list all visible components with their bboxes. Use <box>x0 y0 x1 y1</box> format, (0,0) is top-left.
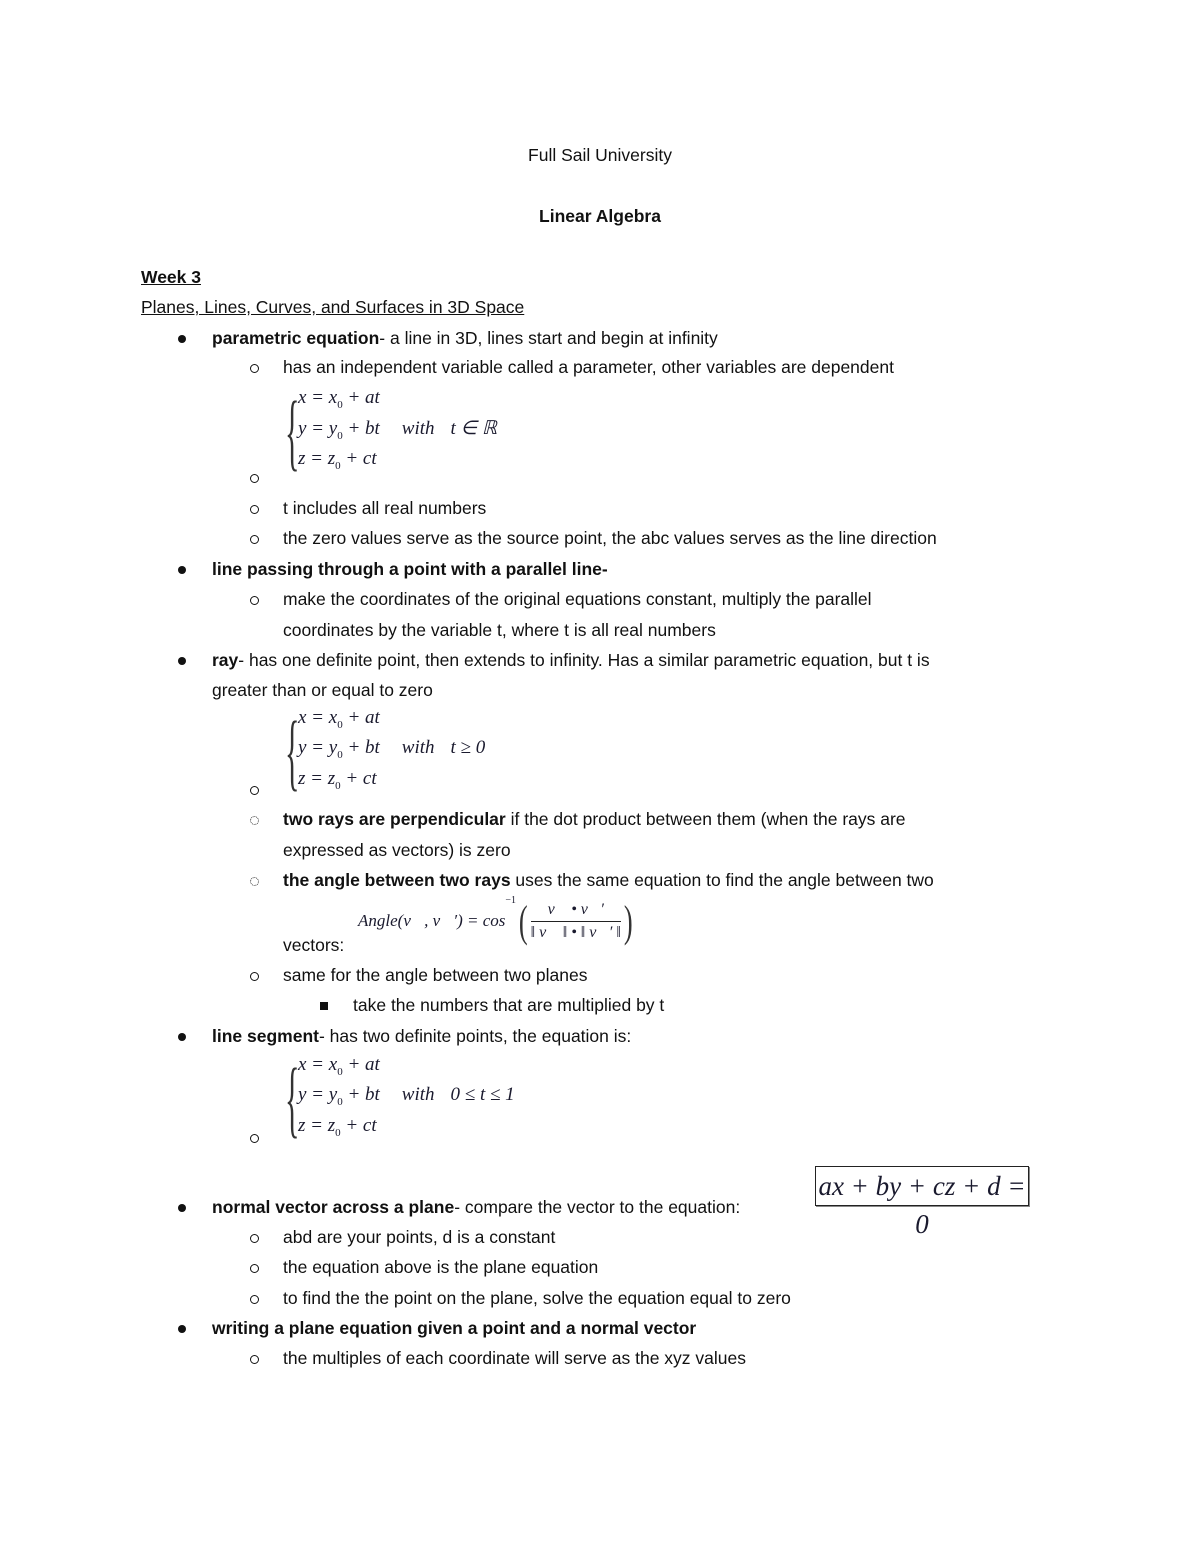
list-subitem-cont: vectors: <box>283 935 345 955</box>
list-subitem: abd are your points, d is a constant <box>283 1227 556 1247</box>
eq-x-rest: + at <box>342 387 380 408</box>
eq-y: y = y <box>298 418 338 439</box>
item-text: uses the same equation to find the angle… <box>510 870 934 890</box>
dotted-circle-bullet-icon <box>250 877 259 886</box>
eq-y-rest: + bt <box>342 737 380 758</box>
circle-bullet-icon <box>250 1234 259 1243</box>
term: parametric equation <box>212 328 380 348</box>
list-item-segment: line segment- has two definite points, t… <box>212 1026 631 1047</box>
course-title: Linear Algebra <box>539 206 661 226</box>
eq-condition: t ∈ ℝ <box>450 418 497 439</box>
list-item-cont: greater than or equal to zero <box>212 680 433 700</box>
dotted-circle-bullet-icon <box>250 816 259 825</box>
eq-x: x = x <box>298 1054 338 1075</box>
numerator: v⃗ • v⃗′ <box>530 901 621 922</box>
list-item-parametric: parametric equation- a line in 3D, lines… <box>212 328 718 349</box>
list-subitem: the equation above is the plane equation <box>283 1257 599 1277</box>
eq-with: with <box>401 418 435 439</box>
denominator: ‖ v⃗ ‖ • ‖ v⃗′ ‖ <box>530 923 621 941</box>
plane-equation-box: ax + by + cz + d = 0 <box>815 1166 1029 1239</box>
circle-bullet-icon <box>250 1264 259 1273</box>
angle-formula: Angle(v⃗, v⃗′) = cos −1(v⃗ • v⃗′ ‖ v⃗ ‖ • … <box>358 895 636 947</box>
eq-x-rest: + at <box>342 707 380 728</box>
circle-bullet-icon <box>250 535 259 544</box>
term: two rays are perpendicular <box>283 809 506 829</box>
list-subitem: has an independent variable called a par… <box>283 357 894 377</box>
formula-exp: −1 <box>505 895 517 906</box>
formula-lhs: Angle(v⃗, v⃗′) = cos <box>358 911 506 931</box>
circle-bullet-icon <box>250 1295 259 1304</box>
list-subitem-perpendicular: two rays are perpendicular if the dot pr… <box>283 809 906 830</box>
list-subitem: make the coordinates of the original equ… <box>283 589 872 609</box>
term: line segment <box>212 1026 319 1046</box>
eq-z: z = z <box>298 768 336 789</box>
topic-heading: Planes, Lines, Curves, and Surfaces in 3… <box>141 297 525 317</box>
eq-y-rest: + bt <box>342 418 380 439</box>
item-text: - compare the vector to the equation: <box>454 1197 741 1217</box>
eq-with: with <box>401 737 435 758</box>
week-heading: Week 3 <box>141 267 201 287</box>
item-text: if the dot product between them (when th… <box>505 809 906 829</box>
eq-y: y = y <box>298 737 338 758</box>
term: ray <box>212 650 239 670</box>
eq-z: z = z <box>298 448 336 469</box>
list-item-ray: ray- has one definite point, then extend… <box>212 650 930 671</box>
paren-left-icon: ( <box>518 896 528 946</box>
bullet-icon <box>178 1204 186 1212</box>
eq-z-rest: + ct <box>340 1115 377 1136</box>
term: normal vector across a plane <box>212 1197 455 1217</box>
eq-z-rest: + ct <box>340 448 377 469</box>
eq-x: x = x <box>298 707 338 728</box>
school-name: Full Sail University <box>528 145 672 165</box>
eq-condition: t ≥ 0 <box>450 737 486 758</box>
formula-fraction: v⃗ • v⃗′ ‖ v⃗ ‖ • ‖ v⃗′ ‖ <box>530 901 621 942</box>
term: the angle between two rays <box>283 870 511 890</box>
eq-z-rest: + ct <box>340 768 377 789</box>
circle-bullet-icon <box>250 972 259 981</box>
circle-bullet-icon <box>250 1134 259 1143</box>
segment-equation: { x = x0 + at y = y0 + bt with 0 ≤ t ≤ 1 z… <box>285 1050 545 1146</box>
circle-bullet-icon <box>250 364 259 373</box>
ray-equation: { x = x0 + at y = y0 + bt with t ≥ 0 z = z… <box>285 703 525 799</box>
list-subitem-cont: expressed as vectors) is zero <box>283 840 511 860</box>
eq-with: with <box>401 1084 435 1105</box>
list-subitem: the multiples of each coordinate will se… <box>283 1348 747 1368</box>
item-text: - a line in 3D, lines start and begin at… <box>379 328 718 348</box>
eq-y-rest: + bt <box>342 1084 380 1105</box>
parametric-equation: { x = x0 + at y = y0 + bt with t ∈ ℝ z = z… <box>285 383 525 479</box>
list-subitem: to find the the point on the plane, solv… <box>283 1288 791 1308</box>
item-text: - has one definite point, then extends t… <box>238 650 930 670</box>
bullet-icon <box>178 1325 186 1333</box>
circle-bullet-icon <box>250 786 259 795</box>
list-item-normal: normal vector across a plane- compare th… <box>212 1197 740 1218</box>
eq-z: z = z <box>298 1115 336 1136</box>
list-subitem: t includes all real numbers <box>283 498 487 518</box>
circle-bullet-icon <box>250 596 259 605</box>
list-subitem: same for the angle between two planes <box>283 965 588 985</box>
paren-right-icon: ) <box>623 896 633 946</box>
square-bullet-icon <box>320 1002 328 1010</box>
list-item-parallel: line passing through a point with a para… <box>212 559 608 579</box>
bullet-icon <box>178 1033 186 1041</box>
circle-bullet-icon <box>250 505 259 514</box>
eq-x-rest: + at <box>342 1054 380 1075</box>
list-subsubitem: take the numbers that are multiplied by … <box>353 995 665 1015</box>
circle-bullet-icon <box>250 1355 259 1364</box>
list-item-writing: writing a plane equation given a point a… <box>212 1318 697 1338</box>
eq-y: y = y <box>298 1084 338 1105</box>
bullet-icon <box>178 566 186 574</box>
eq-condition: 0 ≤ t ≤ 1 <box>450 1084 515 1105</box>
circle-bullet-icon <box>250 474 259 483</box>
bullet-icon <box>178 335 186 343</box>
list-subitem: the zero values serve as the source poin… <box>283 528 937 548</box>
eq-x: x = x <box>298 387 338 408</box>
list-subitem-cont: coordinates by the variable t, where t i… <box>283 620 716 640</box>
item-text: - has two definite points, the equation … <box>318 1026 632 1046</box>
list-subitem-angle: the angle between two rays uses the same… <box>283 870 934 891</box>
bullet-icon <box>178 657 186 665</box>
